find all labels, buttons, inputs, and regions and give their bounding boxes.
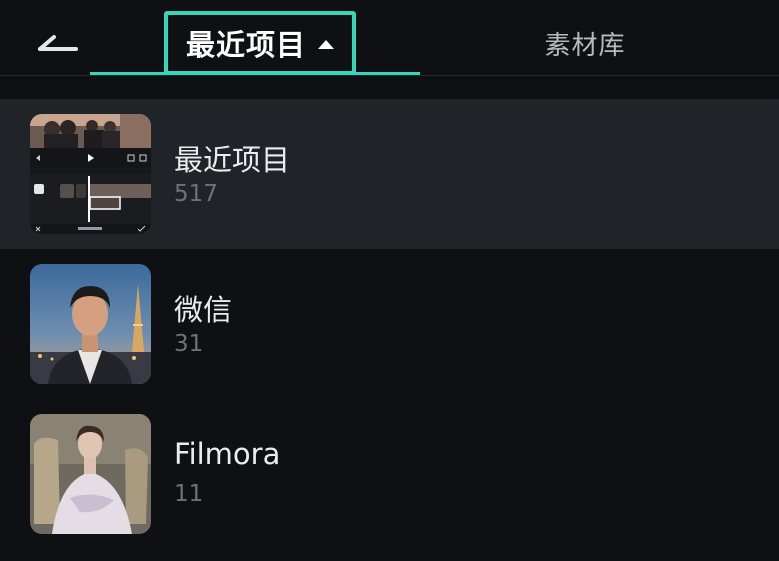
caret-up-icon [318, 39, 334, 49]
album-thumbnail [30, 114, 151, 234]
tab-material-library[interactable]: 素材库 [500, 18, 670, 68]
tab-recent-projects[interactable]: 最近项目 [164, 11, 356, 75]
top-bar: 最近项目 素材库 [0, 0, 779, 76]
back-arrow-icon [30, 20, 88, 66]
header-divider [0, 75, 779, 76]
album-picker-screen: 最近项目 素材库 最近项目 517 微信 31 Filmora 11 [0, 0, 779, 561]
album-item-recent-projects[interactable]: 最近项目 517 [0, 99, 779, 249]
album-name: Filmora [174, 437, 281, 471]
tab-recent-projects-label: 最近项目 [185, 28, 306, 62]
album-name: 微信 [174, 293, 233, 327]
album-thumbnail [30, 264, 151, 384]
album-name: 最近项目 [174, 143, 291, 177]
album-count: 517 [174, 181, 218, 207]
album-count: 31 [174, 331, 204, 357]
album-thumbnail [30, 414, 151, 534]
album-count: 11 [174, 481, 204, 507]
album-item-filmora[interactable]: Filmora 11 [0, 399, 779, 549]
album-item-wechat[interactable]: 微信 31 [0, 249, 779, 399]
back-button[interactable] [30, 20, 88, 66]
